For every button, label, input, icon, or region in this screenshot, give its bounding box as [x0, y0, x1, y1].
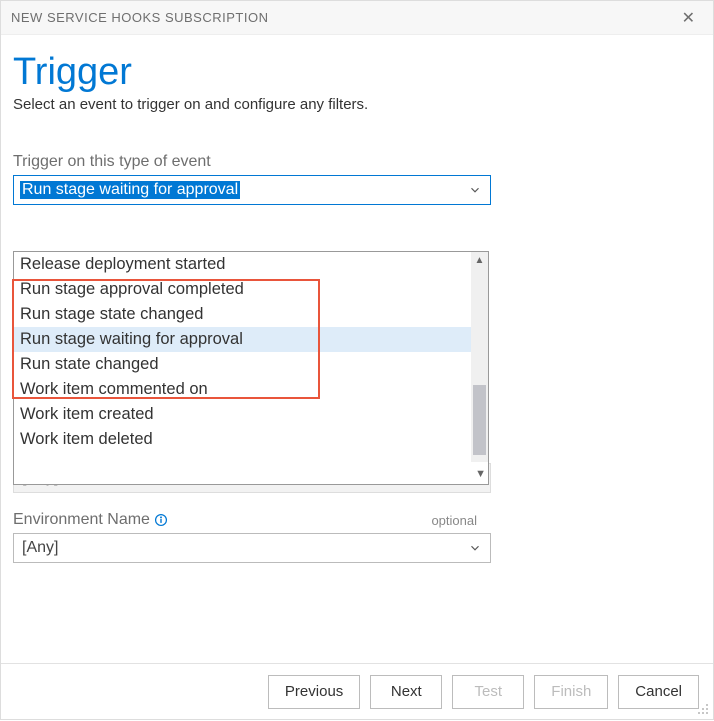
info-icon[interactable] [154, 513, 168, 527]
environment-label: Environment Name optional [13, 511, 491, 529]
page-subtitle: Select an event to trigger on and config… [13, 96, 701, 113]
test-button: Test [452, 675, 524, 709]
close-icon[interactable]: ✕ [674, 4, 703, 32]
event-type-label: Trigger on this type of event [13, 153, 491, 171]
scroll-thumb[interactable] [473, 385, 486, 455]
previous-button[interactable]: Previous [268, 675, 360, 709]
chevron-down-icon [468, 183, 482, 197]
event-type-field: Trigger on this type of event Run stage … [13, 153, 491, 205]
environment-field: Environment Name optional [Any] [13, 511, 491, 563]
dropdown-list: Release deployment startedRun stage appr… [14, 252, 488, 452]
dropdown-scrollbar[interactable]: ▲ [471, 252, 488, 462]
scroll-down-icon[interactable]: ▼ [475, 468, 486, 480]
environment-combo[interactable]: [Any] [13, 533, 491, 563]
titlebar: NEW SERVICE HOOKS SUBSCRIPTION ✕ [1, 1, 713, 35]
page-title: Trigger [13, 51, 701, 94]
scroll-track[interactable] [471, 269, 488, 462]
dialog-content: Trigger Select an event to trigger on an… [1, 35, 713, 663]
dropdown-option[interactable]: Run stage waiting for approval [14, 327, 488, 352]
dropdown-option[interactable]: Run state changed [14, 352, 488, 377]
resize-grip-icon[interactable] [696, 702, 710, 716]
dropdown-option[interactable]: Run stage approval completed [14, 277, 488, 302]
next-button[interactable]: Next [370, 675, 442, 709]
dialog-title: NEW SERVICE HOOKS SUBSCRIPTION [11, 10, 268, 25]
event-type-value: Run stage waiting for approval [20, 181, 240, 199]
dropdown-option[interactable]: Work item created [14, 402, 488, 427]
dialog-footer: Previous Next Test Finish Cancel [1, 663, 713, 719]
dropdown-option[interactable]: Release deployment started [14, 252, 488, 277]
finish-button: Finish [534, 675, 608, 709]
dialog-window: NEW SERVICE HOOKS SUBSCRIPTION ✕ Trigger… [0, 0, 714, 720]
event-type-dropdown[interactable]: Release deployment startedRun stage appr… [13, 251, 489, 485]
scroll-up-icon[interactable]: ▲ [471, 252, 488, 269]
dropdown-option[interactable]: Work item commented on [14, 377, 488, 402]
dropdown-option[interactable]: Run stage state changed [14, 302, 488, 327]
chevron-down-icon [468, 541, 482, 555]
environment-label-text: Environment Name [13, 511, 150, 529]
environment-value: [Any] [20, 539, 60, 557]
dropdown-option[interactable]: Work item deleted [14, 427, 488, 452]
event-type-combo[interactable]: Run stage waiting for approval [13, 175, 491, 205]
cancel-button[interactable]: Cancel [618, 675, 699, 709]
optional-label: optional [431, 513, 477, 528]
